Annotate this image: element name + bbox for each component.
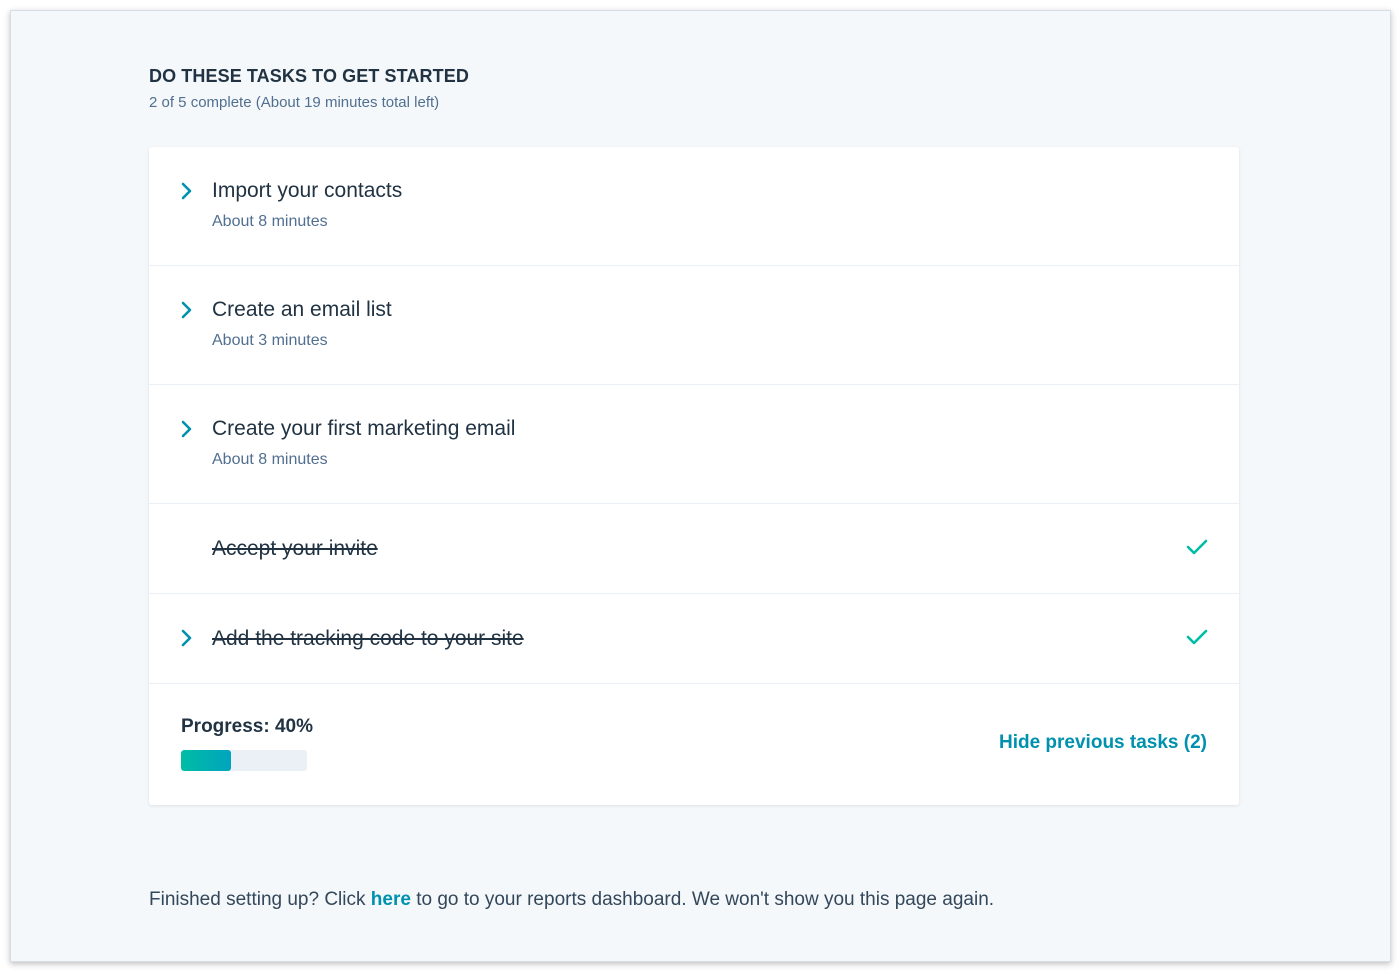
task-accept-invite: Accept your invite <box>149 504 1239 594</box>
task-duration: About 3 minutes <box>212 332 328 349</box>
progress-bar <box>181 750 307 771</box>
task-title[interactable]: Import your contacts <box>212 179 402 203</box>
chevron-right-icon[interactable] <box>179 300 193 320</box>
checkmark-icon <box>1185 627 1209 647</box>
task-title-completed: Accept your invite <box>212 537 378 560</box>
page-title: DO THESE TASKS TO GET STARTED <box>149 66 469 86</box>
onboarding-window: DO THESE TASKS TO GET STARTED 2 of 5 com… <box>10 10 1391 962</box>
task-duration: About 8 minutes <box>212 451 328 468</box>
progress-label: Progress: 40% <box>181 716 314 737</box>
task-duration: About 8 minutes <box>212 213 328 230</box>
hide-previous-tasks-link[interactable]: Hide previous tasks (2) <box>999 732 1207 754</box>
task-tracking-code[interactable]: Add the tracking code to your site <box>149 594 1239 684</box>
chevron-right-icon[interactable] <box>179 181 193 201</box>
reports-dashboard-link[interactable]: here <box>371 889 411 910</box>
progress-section: Progress: 40% Hide previous tasks (2) <box>149 684 1239 804</box>
checkmark-icon <box>1185 537 1209 557</box>
task-title[interactable]: Create an email list <box>212 298 392 322</box>
footer-message: Finished setting up? Click here to go to… <box>149 889 994 911</box>
task-title[interactable]: Create your first marketing email <box>212 417 515 441</box>
task-create-email-list[interactable]: Create an email list About 3 minutes <box>149 266 1239 385</box>
chevron-right-icon[interactable] <box>179 628 193 648</box>
task-title-completed[interactable]: Add the tracking code to your site <box>212 627 524 651</box>
chevron-right-icon[interactable] <box>179 419 193 439</box>
task-import-contacts[interactable]: Import your contacts About 8 minutes <box>149 147 1239 266</box>
task-first-marketing-email[interactable]: Create your first marketing email About … <box>149 385 1239 504</box>
footer-text-suffix: to go to your reports dashboard. We won'… <box>410 889 995 910</box>
completion-summary: 2 of 5 complete (About 19 minutes total … <box>149 94 440 111</box>
progress-bar-fill <box>181 750 232 771</box>
task-list-card: Import your contacts About 8 minutes Cre… <box>149 147 1239 805</box>
footer-text-prefix: Finished setting up? Click <box>149 889 371 910</box>
